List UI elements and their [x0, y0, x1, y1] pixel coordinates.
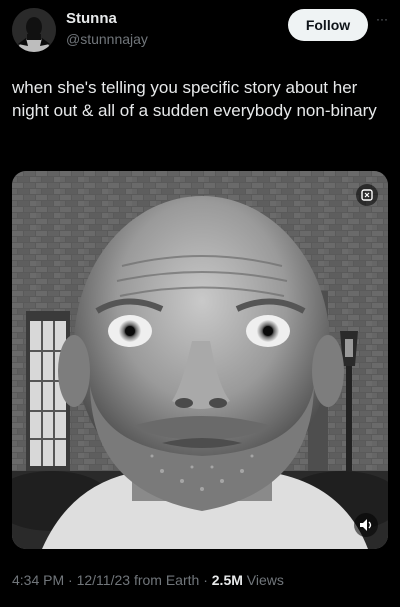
- tweet-post: Stunna @stunnnajay Follow ··· when she's…: [0, 0, 400, 607]
- author-avatar[interactable]: [12, 8, 56, 52]
- tweet-meta: 4:34 PM · 12/11/23 from Earth · 2.5M Vie…: [12, 572, 284, 588]
- meta-separator: ·: [199, 572, 212, 588]
- author-display-name[interactable]: Stunna: [66, 10, 148, 28]
- post-source: from Earth: [130, 572, 200, 588]
- more-options-icon[interactable]: ···: [372, 13, 392, 30]
- post-time[interactable]: 4:34 PM: [12, 572, 64, 588]
- meta-separator: ·: [64, 572, 77, 588]
- tweet-text: when she's telling you specific story ab…: [12, 78, 377, 120]
- post-date[interactable]: 12/11/23: [77, 572, 130, 588]
- gif-sticker-icon[interactable]: [356, 184, 378, 206]
- video-frame: [12, 171, 388, 549]
- follow-button[interactable]: Follow: [288, 9, 368, 41]
- tweet-video[interactable]: [12, 171, 388, 549]
- author-handle[interactable]: @stunnnajay: [66, 30, 148, 48]
- avatar-image: [12, 8, 56, 52]
- author-names: Stunna @stunnnajay: [66, 10, 148, 48]
- tweet-header: Stunna @stunnnajay Follow ···: [12, 8, 388, 52]
- views-count: 2.5M: [211, 572, 243, 588]
- views-label: Views: [242, 572, 284, 588]
- speaker-muted-icon[interactable]: [354, 513, 378, 537]
